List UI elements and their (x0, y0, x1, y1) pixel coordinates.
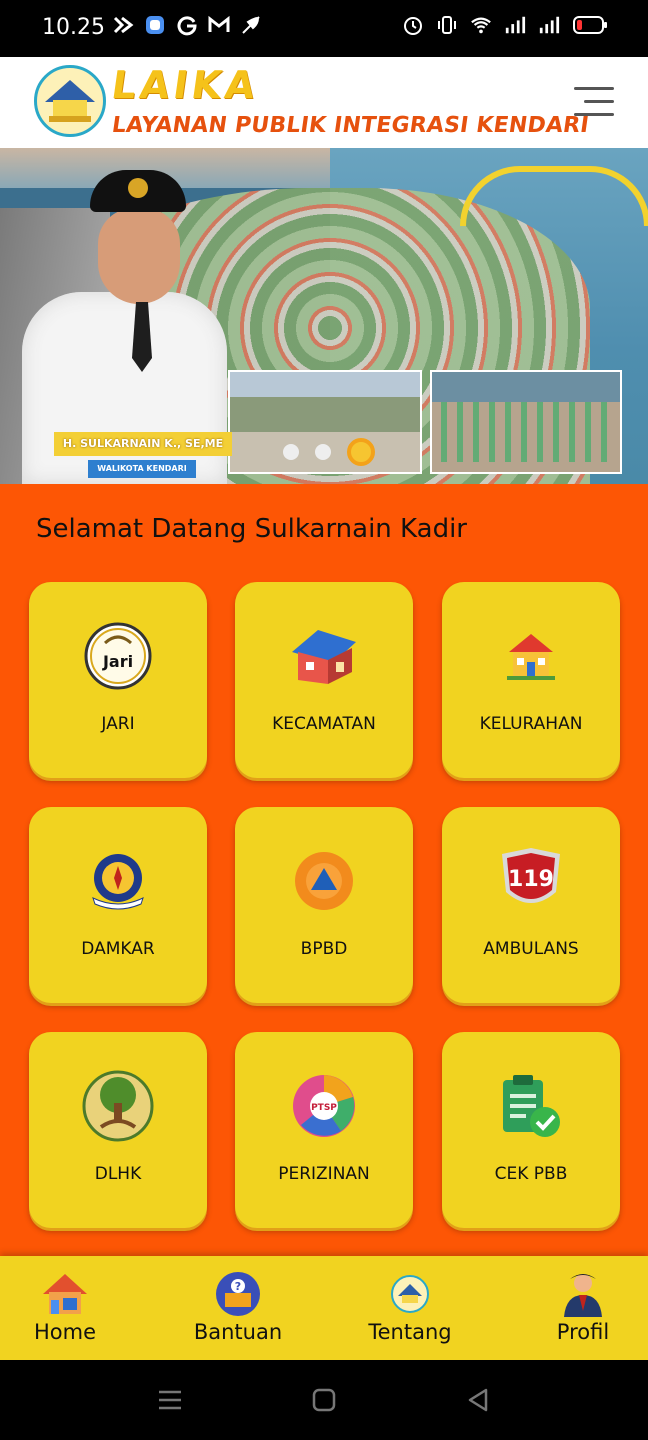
hamburger-menu-icon[interactable] (574, 87, 614, 117)
menu-card-label: DAMKAR (81, 939, 155, 959)
carousel-dot[interactable] (283, 444, 299, 460)
gmail-icon (208, 14, 230, 36)
home-icon (41, 1270, 89, 1318)
carousel-indicator (283, 438, 375, 466)
status-system-icons (402, 14, 608, 36)
svg-text:PTSP: PTSP (311, 1103, 337, 1113)
bottom-navigation: Home ? Bantuan Tentang Profil (0, 1256, 648, 1360)
banner-carousel[interactable]: H. SULKARNAIN K., SE,ME WALIKOTA KENDARI (0, 148, 648, 484)
clipboard-check-icon (493, 1068, 569, 1144)
battery-icon (572, 14, 608, 36)
nav-label: Home (33, 1320, 96, 1344)
menu-card-label: CEK PBB (494, 1164, 568, 1184)
menu-card-label: BPBD (300, 939, 348, 959)
menu-card-ambulans[interactable]: 119 AMBULANS (442, 807, 620, 1003)
app-header: LAIKA LAYANAN PUBLIK INTEGRASI KENDARI (0, 57, 648, 148)
vibrate-icon (436, 14, 458, 36)
main-content: Selamat Datang Sulkarnain Kadir Jari JAR… (0, 484, 648, 1256)
laika-logo-icon (34, 65, 106, 137)
profile-icon (559, 1270, 607, 1318)
carousel-dot-active[interactable] (347, 438, 375, 466)
menu-card-jari[interactable]: Jari JARI (29, 582, 207, 778)
nav-tentang[interactable]: Tentang (355, 1256, 465, 1360)
tree-emblem-icon (80, 1068, 156, 1144)
laika-logo-icon (386, 1270, 434, 1318)
house-icon (286, 618, 362, 694)
kuik-icon (112, 14, 134, 36)
nav-label: Tentang (368, 1320, 452, 1344)
alarm-icon (402, 14, 424, 36)
nav-label: Bantuan (193, 1320, 283, 1344)
recent-apps-icon[interactable] (156, 1386, 184, 1414)
mayor-name-plate: H. SULKARNAIN K., SE,ME (54, 432, 232, 456)
damkar-emblem-icon (80, 843, 156, 919)
menu-card-kecamatan[interactable]: KECAMATAN (235, 582, 413, 778)
nav-label: Profil (556, 1320, 610, 1344)
menu-card-kelurahan[interactable]: KELURAHAN (442, 582, 620, 778)
menu-card-label: PERIZINAN (278, 1164, 370, 1184)
system-navigation-bar (0, 1360, 648, 1440)
feather-icon (240, 14, 262, 36)
app-subtitle: LAYANAN PUBLIK INTEGRASI KENDARI (110, 113, 591, 138)
wifi-icon (470, 14, 492, 36)
menu-card-bpbd[interactable]: BPBD (235, 807, 413, 1003)
nav-profil[interactable]: Profil (528, 1256, 638, 1360)
signal-icon (538, 14, 560, 36)
status-notification-icons (112, 14, 262, 36)
signal-icon (504, 14, 526, 36)
ptsp-emblem-icon: PTSP (286, 1068, 362, 1144)
status-bar: 10.25 (0, 0, 648, 57)
menu-card-label: DLHK (94, 1164, 142, 1184)
menu-card-perizinan[interactable]: PTSP PERIZINAN (235, 1032, 413, 1228)
ambulans-119-shield-icon: 119 (493, 843, 569, 919)
menu-card-label: KELURAHAN (479, 714, 583, 734)
menu-card-label: JARI (101, 714, 135, 734)
g-icon (176, 14, 198, 36)
menu-card-dlhk[interactable]: DLHK (29, 1032, 207, 1228)
menu-card-damkar[interactable]: DAMKAR (29, 807, 207, 1003)
banner-thumbnail (430, 370, 622, 474)
bpbd-emblem-icon (286, 843, 362, 919)
mayor-portrait: H. SULKARNAIN K., SE,ME WALIKOTA KENDARI (22, 170, 232, 484)
menu-card-cek-pbb[interactable]: CEK PBB (442, 1032, 620, 1228)
jari-logo-icon: Jari (80, 618, 156, 694)
carousel-dot[interactable] (315, 444, 331, 460)
menu-card-label: KECAMATAN (272, 714, 376, 734)
app-name: LAIKA (108, 63, 262, 107)
svg-text:Jari: Jari (102, 652, 133, 671)
home-button-icon[interactable] (310, 1386, 338, 1414)
nav-bantuan[interactable]: ? Bantuan (183, 1256, 293, 1360)
help-icon: ? (214, 1270, 262, 1318)
banner-bridge (460, 166, 648, 226)
welcome-text: Selamat Datang Sulkarnain Kadir (36, 514, 467, 544)
app-icon (144, 14, 166, 36)
back-icon[interactable] (464, 1386, 492, 1414)
nav-home[interactable]: Home (10, 1256, 120, 1360)
svg-text:?: ? (235, 1280, 241, 1293)
mayor-role-plate: WALIKOTA KENDARI (88, 460, 196, 478)
svg-text:119: 119 (508, 867, 554, 892)
status-time: 10.25 (42, 15, 105, 40)
menu-card-label: AMBULANS (483, 939, 579, 959)
village-office-icon (493, 618, 569, 694)
